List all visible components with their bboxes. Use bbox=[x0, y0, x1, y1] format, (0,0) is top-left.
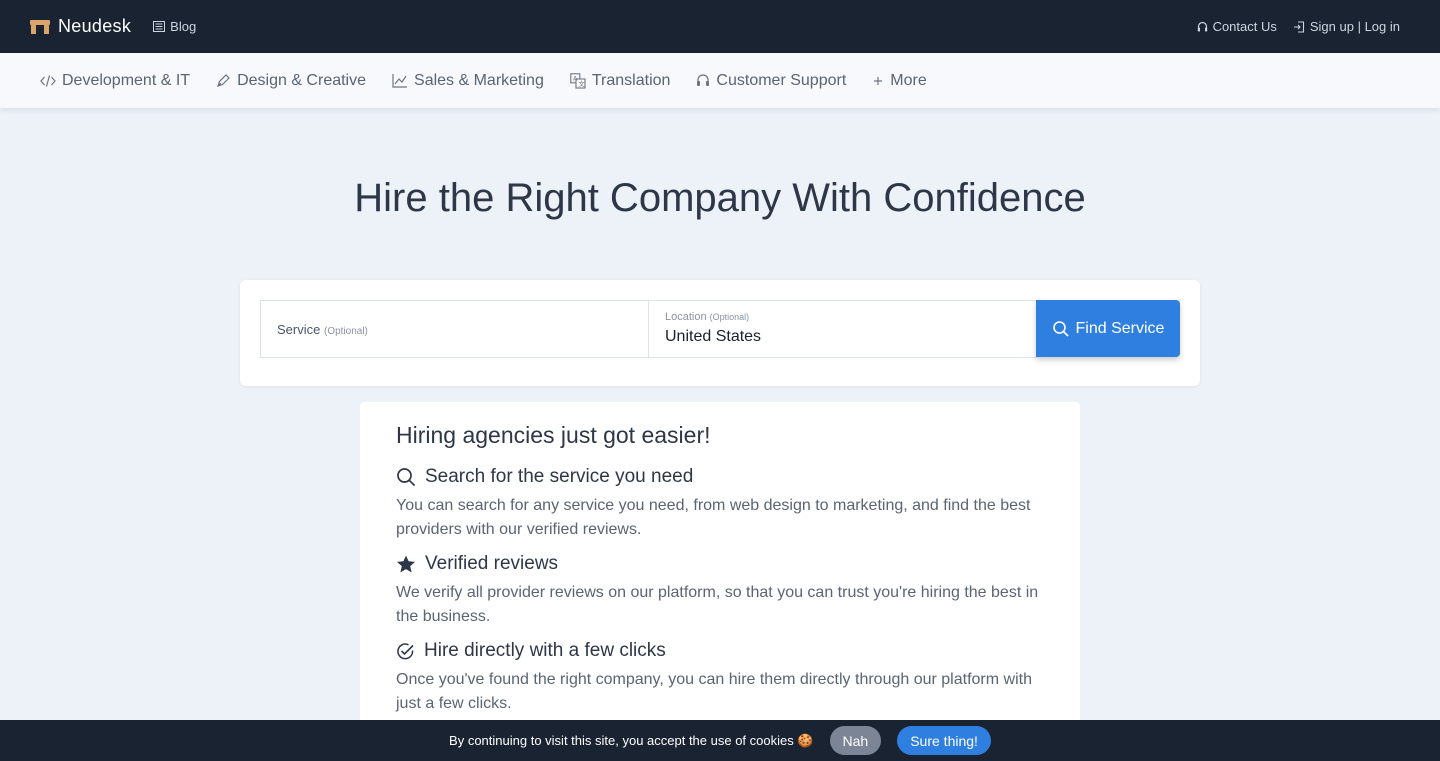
info-card: Hiring agencies just got easier! Search … bbox=[360, 402, 1080, 742]
location-input[interactable]: Location (Optional) United States bbox=[648, 300, 1037, 358]
feature-item: Verified reviews We verify all provider … bbox=[396, 553, 1044, 629]
translate-icon: A文 bbox=[570, 72, 586, 89]
contact-us-label: Contact Us bbox=[1212, 19, 1277, 34]
info-heading: Hiring agencies just got easier! bbox=[396, 422, 711, 448]
feature-item: Search for the service you need You can … bbox=[396, 466, 1044, 542]
code-icon bbox=[40, 74, 56, 88]
star-icon bbox=[396, 555, 416, 574]
category-development-it[interactable]: Development & IT bbox=[40, 72, 190, 90]
feature-title: Hire directly with a few clicks bbox=[424, 640, 666, 661]
cookie-banner: By continuing to visit this site, you ac… bbox=[0, 720, 1440, 761]
location-label: Location (Optional) bbox=[665, 311, 750, 323]
brand-name: Neudesk bbox=[58, 16, 132, 36]
location-value: United States bbox=[665, 328, 762, 345]
headset-icon bbox=[1197, 21, 1208, 33]
search-icon bbox=[396, 467, 416, 487]
chart-line-icon bbox=[392, 73, 408, 88]
cookie-accept-button[interactable]: Sure thing! bbox=[897, 726, 991, 755]
pen-icon bbox=[216, 73, 231, 88]
top-bar: Neudesk Blog Contact Us Sign up | Log in bbox=[0, 0, 1440, 53]
category-sales-marketing[interactable]: Sales & Marketing bbox=[392, 72, 544, 90]
headset-icon bbox=[696, 73, 710, 88]
feature-text: Once you've found the right company, you… bbox=[396, 671, 1032, 712]
category-label: Design & Creative bbox=[237, 71, 367, 89]
category-label: Sales & Marketing bbox=[414, 71, 544, 89]
feature-text: You can search for any service you need,… bbox=[396, 497, 1031, 538]
category-label: Translation bbox=[591, 71, 671, 89]
category-customer-support[interactable]: Customer Support bbox=[696, 72, 846, 90]
blog-label: Blog bbox=[170, 19, 197, 34]
search-icon bbox=[1052, 320, 1070, 338]
feature-title: Search for the service you need bbox=[425, 466, 694, 487]
category-nav: Development & IT Design & Creative Sales… bbox=[0, 53, 1440, 108]
find-service-button[interactable]: Find Service bbox=[1036, 300, 1180, 357]
brand-logo-link[interactable]: Neudesk bbox=[30, 16, 131, 37]
check-circle-icon bbox=[396, 642, 415, 661]
category-label: Development & IT bbox=[62, 71, 191, 89]
signup-login-link[interactable]: Sign up | Log in bbox=[1293, 19, 1400, 34]
contact-us-link[interactable]: Contact Us bbox=[1197, 19, 1277, 34]
feature-item: Hire directly with a few clicks Once you… bbox=[396, 640, 1044, 716]
svg-text:文: 文 bbox=[578, 79, 585, 88]
category-label: Customer Support bbox=[716, 71, 847, 89]
feature-title: Verified reviews bbox=[425, 553, 559, 574]
category-label: More bbox=[890, 71, 927, 89]
blog-link[interactable]: Blog bbox=[153, 19, 196, 34]
hero-title: Hire the Right Company With Confidence bbox=[354, 176, 1086, 220]
cookie-decline-button[interactable]: Nah bbox=[829, 726, 882, 755]
newspaper-icon bbox=[153, 21, 166, 32]
search-card: Service (Optional) Location (Optional) U… bbox=[240, 280, 1200, 386]
cookie-message: By continuing to visit this site, you ac… bbox=[449, 732, 814, 748]
category-design-creative[interactable]: Design & Creative bbox=[216, 72, 366, 90]
plus-icon bbox=[872, 75, 884, 87]
neudesk-logo-icon bbox=[30, 19, 50, 35]
service-input[interactable]: Service (Optional) bbox=[260, 300, 649, 358]
feature-text: We verify all provider reviews on our pl… bbox=[396, 584, 1039, 625]
svg-text:A: A bbox=[573, 74, 578, 82]
category-more[interactable]: More bbox=[872, 71, 927, 90]
sign-in-icon bbox=[1293, 20, 1305, 33]
find-service-label: Find Service bbox=[1075, 319, 1165, 337]
category-translation[interactable]: A文 Translation bbox=[570, 71, 671, 90]
signup-login-label: Sign up | Log in bbox=[1309, 19, 1400, 34]
service-label: Service (Optional) bbox=[277, 322, 368, 337]
